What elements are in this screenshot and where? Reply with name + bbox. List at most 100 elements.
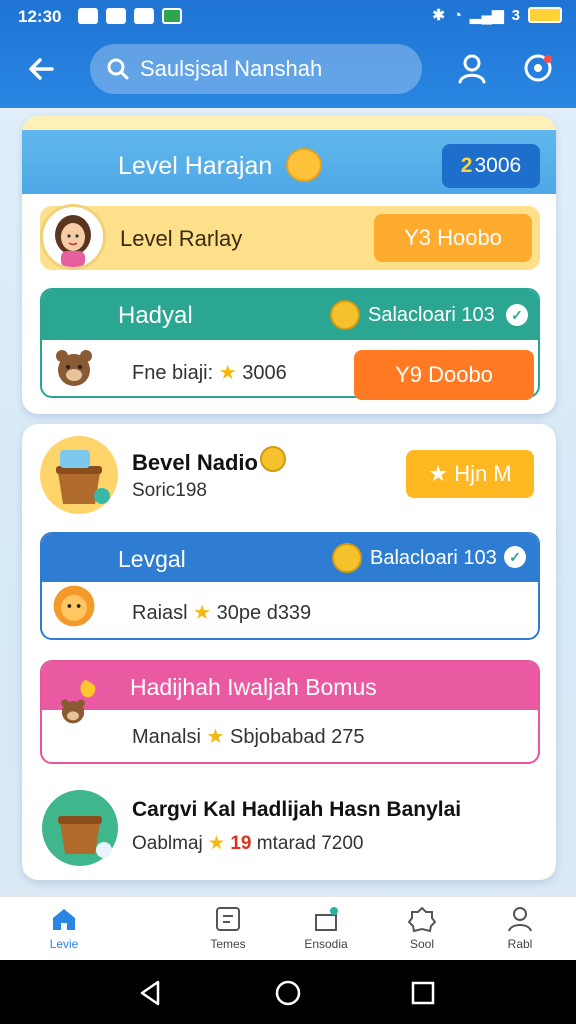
rewards-subtitle: Soric198 [132, 480, 207, 501]
levgal-title: Levgal [118, 546, 186, 572]
status-right: ✱ ◔ ▂▄▆ 3 [432, 6, 562, 24]
battery-icon [528, 7, 562, 23]
level-card-header: Level Harajan 2 3006 [22, 116, 556, 194]
rewards-card: Bevel Nadio Soric198 ★ Hjn M Levgal Bala… [22, 424, 556, 880]
level-row-label: Level Rarlay [120, 226, 243, 251]
barrel-basket-icon [42, 790, 118, 866]
signal-icon: ▂▄▆ [469, 7, 504, 24]
search-input[interactable] [140, 56, 410, 82]
gift-icon [315, 907, 338, 931]
bottom-nav: Levie Temes Ensodia Sool Rabl [0, 896, 576, 960]
bluetooth-icon: ✱ [432, 7, 445, 24]
nav-label-gifts: Ensodia [304, 937, 348, 951]
image-icon [134, 8, 154, 24]
collect-button[interactable]: Y9 Doobo [354, 350, 534, 400]
avatar [40, 204, 106, 270]
reward-line-b: mtarad 7200 [256, 833, 364, 854]
user-icon [458, 54, 486, 84]
carrier-label: 3 [511, 6, 520, 24]
status-time: 12:30 [18, 7, 62, 26]
reward-line-a: Oablmaj [132, 833, 203, 854]
bonus-panel: Hadijhah Iwaljah Bomus Manalsi ★ Sbjobab… [40, 660, 540, 764]
system-nav-bar [0, 960, 576, 1024]
bonus-line: Manalsi ★ Sbjobabad 275 [132, 724, 365, 749]
system-home-icon[interactable] [273, 978, 303, 1008]
level-title: Level Harajan [118, 152, 273, 180]
nav-label-messages: Temes [210, 937, 246, 951]
bucket-icon [56, 450, 110, 504]
star-icon: ★ [193, 602, 212, 624]
count-value: 3006 [474, 154, 522, 177]
app-icon [162, 8, 182, 24]
star-icon: ★ [428, 461, 455, 486]
hadyal-right-text: Salacloari 103 [368, 304, 495, 326]
hadyal-band: Hadyal Salacloari 103 ✓ [42, 290, 538, 340]
nav-item-gifts[interactable]: Ensodia [286, 905, 366, 951]
app-header [0, 34, 576, 108]
bear-balloon-icon [61, 679, 96, 724]
star-icon: ★ [218, 362, 237, 384]
bear-icon [56, 350, 92, 386]
settings-button[interactable] [518, 48, 558, 88]
status-bar: 12:30 ✱ ◔ ▂▄▆ 3 [0, 0, 576, 34]
reward-line-num: 19 [230, 833, 252, 854]
nav-label-home: Levie [49, 937, 79, 951]
badge-icon [408, 906, 436, 933]
wifi-icon: ◔ [452, 6, 462, 24]
top-bar: 12:30 ✱ ◔ ▂▄▆ 3 [0, 0, 576, 108]
star-icon: ★ [208, 833, 226, 854]
avatar-girl-icon [55, 215, 91, 267]
star-icon: ★ [206, 726, 225, 748]
back-button[interactable] [24, 52, 58, 86]
hadyal-line-label: Fne biaji: [132, 362, 214, 384]
levgal-band: Levgal Balacloari 103 ✓ [42, 534, 538, 582]
notification-icons [78, 8, 182, 24]
nav-label-profile: Rabl [507, 937, 533, 951]
chest-icon [332, 543, 362, 573]
smiley-icon [286, 148, 322, 182]
message-icon [216, 907, 240, 931]
level-card: Level Harajan 2 3006 Level Rarlay Y3 Hoo… [22, 116, 556, 414]
search-icon [107, 58, 129, 80]
chat-icon [106, 8, 126, 24]
nav-item-home[interactable]: Levie [24, 905, 104, 951]
medal-icon [260, 446, 286, 472]
check-icon: ✓ [506, 304, 528, 326]
rewards-title: Bevel Nadio [132, 450, 258, 475]
gear-icon [524, 54, 552, 82]
bonus-line-b: Sbjobabad 275 [229, 726, 365, 748]
check-icon: ✓ [504, 546, 526, 568]
levgal-line-b: 30pe d339 [216, 602, 312, 624]
profile-button[interactable] [452, 48, 492, 88]
levgal-line-a: Raiasl [132, 602, 188, 624]
coin-icon [330, 300, 360, 330]
reward-item-title: Cargvi Kal Hadlijah Hasn Banylai [132, 798, 462, 821]
count-prefix: 2 [460, 154, 473, 177]
hadyal-line-value: 3006 [242, 362, 287, 384]
levgal-line: Raiasl ★ 30pe d339 [132, 600, 311, 625]
reward-item-line: Oablmaj ★ 19 mtarad 7200 [132, 832, 363, 855]
star-action-label: Hjn M [454, 461, 512, 486]
system-back-icon[interactable] [136, 978, 166, 1008]
nav-item-profile[interactable]: Rabl [480, 905, 560, 951]
nav-item-social[interactable]: Sool [382, 905, 462, 951]
nav-item-messages[interactable]: Temes [188, 905, 268, 951]
bonus-line-a: Manalsi [132, 726, 201, 748]
search-bar[interactable] [90, 44, 422, 94]
claim-button[interactable]: Y3 Hoobo [374, 214, 532, 262]
bonus-band: Hadijhah Iwaljah Bomus [42, 662, 538, 710]
barrel-icon [40, 436, 118, 514]
gallery-icon [78, 8, 98, 24]
system-recents-icon[interactable] [408, 978, 438, 1008]
nav-label-social: Sool [409, 937, 435, 951]
hadyal-title: Hadyal [118, 302, 193, 329]
profile-icon [508, 907, 532, 932]
levgal-right-text: Balacloari 103 [370, 547, 497, 569]
back-arrow-icon [29, 58, 54, 80]
hadyal-line: Fne biaji: ★ 3006 [132, 360, 287, 385]
star-action-button[interactable]: ★ Hjn M [406, 450, 534, 498]
home-icon [53, 909, 75, 930]
bonus-title: Hadijhah Iwaljah Bomus [130, 674, 377, 700]
levgal-panel: Levgal Balacloari 103 ✓ Raiasl ★ 30pe d3… [40, 532, 540, 640]
lion-icon [53, 585, 95, 627]
